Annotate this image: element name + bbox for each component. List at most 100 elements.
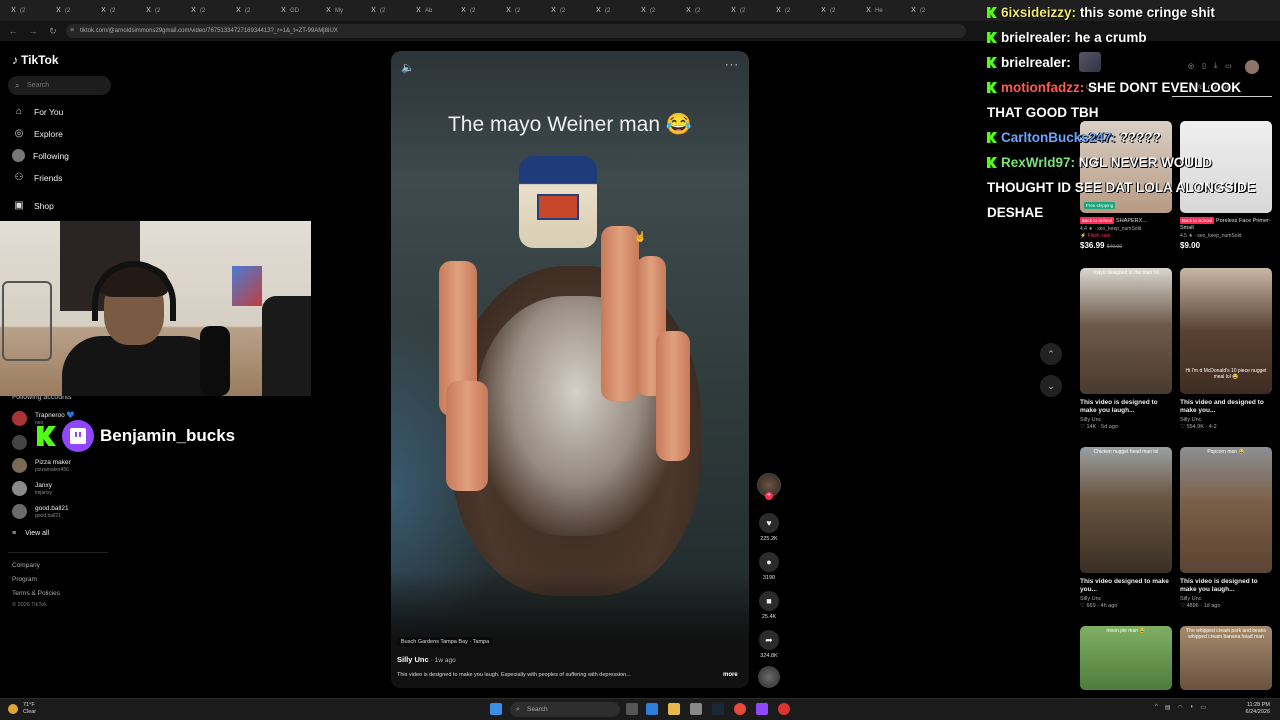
speaker-icon[interactable]: 🔈 [401,61,415,74]
footer-link-terms[interactable]: Terms & Policies [12,590,60,597]
browser-tab[interactable]: X (2 [456,2,501,19]
browser-tab[interactable]: X (2 [681,2,726,19]
footer-link-company[interactable]: Company [12,562,40,569]
back-icon[interactable]: ← [6,24,20,38]
reload-icon[interactable]: ↻ [46,24,60,38]
video-thumbnail: The whipped cream pork and beans whipped… [1180,626,1272,690]
wifi-icon[interactable]: ◠ [1178,704,1183,711]
view-all-link[interactable]: ≡ View all [12,530,49,537]
nav-following[interactable]: Following [12,149,69,162]
twitch-app-icon[interactable] [756,703,768,715]
browser-tab[interactable]: X (2 [231,2,276,19]
chat-emote-icon [1078,52,1101,72]
search-icon: ⌕ [516,706,520,713]
copyright: © 2026 TikTok [12,602,47,608]
browser-tab[interactable]: X (2 [186,2,231,19]
next-video-chevron-down-icon[interactable]: ⌄ [1040,375,1062,397]
video-thumbnail: Popcorn man 😂 [1180,447,1272,573]
price-value: $9.00 [1180,241,1201,250]
edge-browser-icon[interactable] [646,703,658,715]
sidebar-divider [8,552,108,553]
product-rating: 4.5 ★ · seo_keep_numSold [1180,233,1242,239]
browser-tab[interactable]: X (2 [546,2,591,19]
recommended-video[interactable]: Chicken nugget head man lol This video d… [1080,447,1172,609]
search-input[interactable]: ⌕ Search [8,76,111,95]
browser-tab[interactable]: X (2 [591,2,636,19]
browser-tab[interactable]: X (2 [96,2,141,19]
browser-tab[interactable]: X (2 [636,2,681,19]
chevron-up-icon[interactable]: ^ [1155,704,1158,711]
old-price: $49.99 [1106,244,1122,250]
browser-tab[interactable]: X (2 [726,2,771,19]
browser-tab[interactable]: X He [861,2,906,19]
music-disc-icon[interactable] [758,666,780,688]
nav-shop[interactable]: ▣ Shop [12,199,54,213]
volume-icon[interactable]: ◖ [1190,704,1194,711]
browser-tab[interactable]: X GD [276,2,321,19]
browser-tab[interactable]: X (2 [141,2,186,19]
chat-username: 6ixsideizzy: [1001,5,1077,20]
settings-gear-icon[interactable] [690,703,702,715]
site-info-icon[interactable]: ≡ [70,24,74,38]
browser-tab[interactable]: X (2 [366,2,411,19]
browser-tab[interactable]: X My [321,2,366,19]
taskbar-search[interactable]: ⌕ Search [510,702,620,717]
thumbnail-label: Hi I'm d McDonald's 10 piece nugget meal… [1185,368,1267,380]
system-clock[interactable]: 11:28 PM 6/24/2026 [1246,702,1270,716]
recommended-video[interactable]: The whipped cream pork and beans whipped… [1180,626,1272,690]
browser-tab[interactable]: X (2 [906,2,951,19]
nav-for-you[interactable]: ⌂ For You [12,105,63,119]
avatar [12,504,27,519]
comment-button[interactable]: ● 3190 [758,552,780,581]
recommended-video[interactable]: Hi I'm d McDonald's 10 piece nugget meal… [1180,268,1272,430]
save-button[interactable]: ■ 25.4K [758,591,780,620]
tab-favicon-icon: X [281,7,286,14]
browser-tab[interactable]: X Ab [411,2,456,19]
forward-icon[interactable]: → [26,24,40,38]
weather-widget[interactable]: 71°F Clear [8,702,36,715]
more-button[interactable]: more [723,672,738,678]
browser-tab[interactable]: X (2 [501,2,546,19]
following-account[interactable]: Janxy imjanxy [12,481,52,496]
browser-tab[interactable]: X (2 [6,2,51,19]
share-button[interactable]: ➦ 324.8K [758,630,780,659]
tiktok-logo[interactable]: ♪ TikTok [12,53,59,67]
video-player[interactable]: 🔈 ··· The mayo Weiner man 😂 Busch Garden… [391,51,749,688]
nav-friends[interactable]: ⚇ Friends [12,171,63,185]
browser-tab[interactable]: X (2 [816,2,861,19]
tab-favicon-icon: X [101,7,106,14]
recommended-video[interactable]: mayo designed to the man lol This video … [1080,268,1172,430]
video-author[interactable]: Silly Unc · 1w ago [397,655,456,664]
chat-message: brielrealer: he a crumb [987,25,1277,50]
footer-link-program[interactable]: Program [12,576,37,583]
nav-explore[interactable]: ◎ Explore [12,127,63,141]
browser-tab[interactable]: X (2 [771,2,816,19]
battery-icon[interactable]: ▭ [1200,704,1206,711]
steam-icon[interactable] [712,703,724,715]
like-button[interactable]: ♥ 225.2K [758,513,780,542]
mouse-cursor-icon: ☝ [634,232,647,243]
task-view-icon[interactable] [626,703,638,715]
more-options-icon[interactable]: ··· [725,59,739,71]
system-tray: ^ ▤ ◠ ◖ ▭ [1155,704,1206,711]
recommended-video[interactable]: moon pie man 😂 [1080,626,1172,690]
file-explorer-icon[interactable] [668,703,680,715]
location-tag[interactable]: Busch Gardens Tampa Bay · Tampa [397,637,494,647]
previous-video-chevron-up-icon[interactable]: ⌃ [1040,343,1062,365]
network-icon[interactable]: ▤ [1165,704,1171,711]
url-field[interactable]: ≡ tiktok.com/@arnoldsimmons29gmail.com/v… [66,24,966,38]
chat-message: motionfadzz: SHE DONT EVEN LOOK THAT GOO… [987,75,1267,125]
clock-time: 11:28 PM [1246,702,1270,708]
obs-icon[interactable] [778,703,790,715]
windows-start-icon[interactable] [490,703,502,715]
video-description: This video is designed to make you laugh… [397,672,631,678]
browser-tab[interactable]: X (2 [51,2,96,19]
chrome-icon[interactable] [734,703,746,715]
following-account[interactable] [12,435,27,450]
following-account[interactable]: Pizza maker pizzamaker456 [12,458,71,473]
video-author: Silly Unc [1080,417,1102,423]
follow-plus-icon[interactable]: + [765,492,773,500]
kick-badge-icon [987,132,997,143]
following-account[interactable]: good.ball21 good.ball21 [12,504,69,519]
recommended-video[interactable]: Popcorn man 😂 This video is designed to … [1180,447,1272,609]
